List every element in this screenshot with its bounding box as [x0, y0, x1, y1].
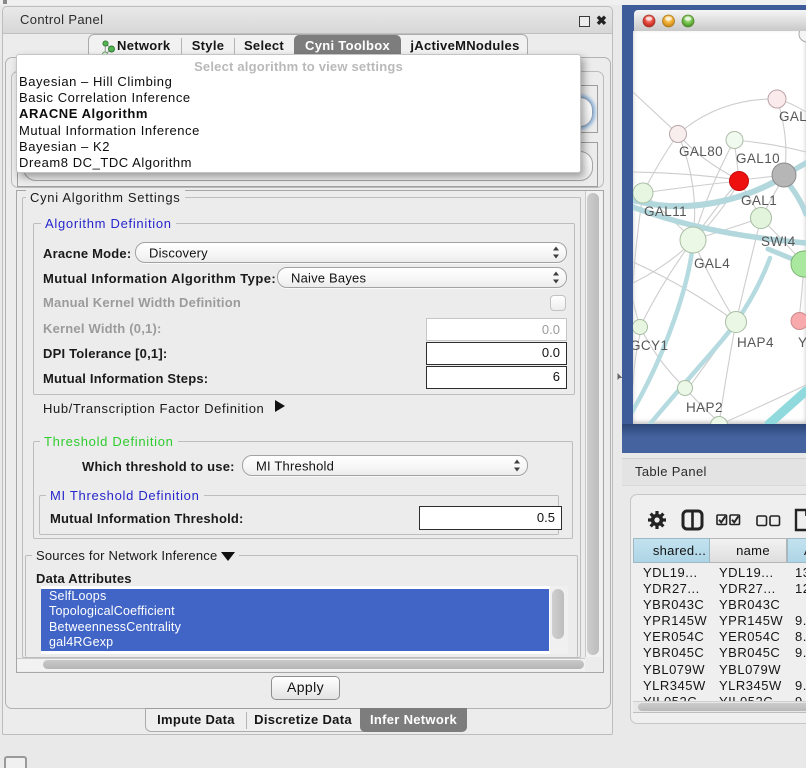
- svg-text:GAL1: GAL1: [741, 193, 777, 208]
- svg-text:SWI4: SWI4: [761, 234, 796, 249]
- svg-text:Y: Y: [798, 335, 806, 350]
- svg-text:GCY1: GCY1: [633, 338, 668, 353]
- svg-text:GAL11: GAL11: [644, 204, 687, 219]
- svg-text:GAL4: GAL4: [694, 256, 730, 271]
- svg-text:HAP2: HAP2: [686, 400, 723, 415]
- svg-text:GAL10: GAL10: [736, 151, 780, 166]
- svg-text:HAP4: HAP4: [737, 335, 774, 350]
- svg-text:GAL80: GAL80: [679, 144, 723, 159]
- svg-text:GAL: GAL: [779, 109, 806, 124]
